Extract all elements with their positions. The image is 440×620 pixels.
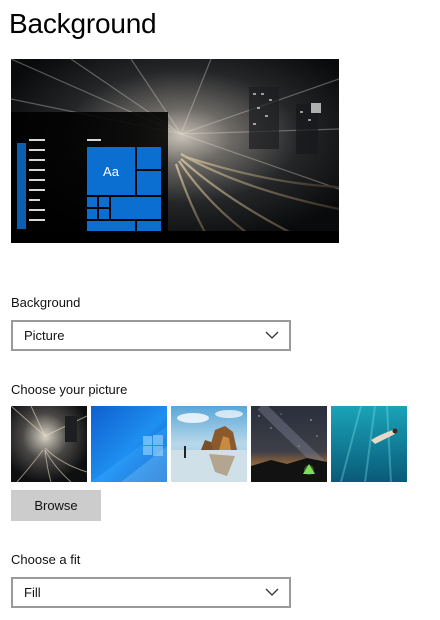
preview-tile	[137, 221, 161, 231]
preview-tile	[137, 171, 161, 195]
preview-tile	[99, 209, 109, 219]
picture-thumbnail-3[interactable]	[171, 406, 247, 482]
fit-dropdown[interactable]: Fill	[11, 577, 291, 608]
start-menu-rail-preview	[17, 143, 26, 229]
background-dropdown[interactable]: Picture	[11, 320, 291, 351]
preview-tile	[137, 147, 161, 169]
fit-dropdown-value: Fill	[24, 585, 41, 600]
picture-thumbnail-5[interactable]	[331, 406, 407, 482]
preview-tile	[87, 221, 135, 231]
picture-thumbnail-1[interactable]	[11, 406, 87, 482]
choose-fit-label: Choose a fit	[11, 552, 81, 567]
sample-tile-text: Aa	[103, 163, 119, 179]
background-preview: Aa	[11, 59, 339, 243]
preview-tile	[87, 197, 97, 207]
chevron-down-icon	[265, 588, 279, 596]
sample-tile-aa: Aa	[87, 147, 135, 195]
taskbar-preview	[11, 231, 339, 243]
background-dropdown-value: Picture	[24, 328, 65, 343]
chevron-down-icon	[265, 331, 279, 339]
preview-tile	[87, 209, 97, 219]
preview-tile	[111, 197, 161, 219]
preview-tile	[99, 197, 109, 207]
tile-group-header-preview	[87, 139, 101, 141]
background-label: Background	[11, 295, 81, 310]
picture-thumbnail-2[interactable]	[91, 406, 167, 482]
page-title: Background	[9, 8, 157, 39]
start-menu-list-preview	[29, 139, 45, 229]
choose-picture-label: Choose your picture	[11, 382, 128, 397]
picture-thumbnail-4[interactable]	[251, 406, 327, 482]
browse-button[interactable]: Browse	[11, 490, 101, 521]
